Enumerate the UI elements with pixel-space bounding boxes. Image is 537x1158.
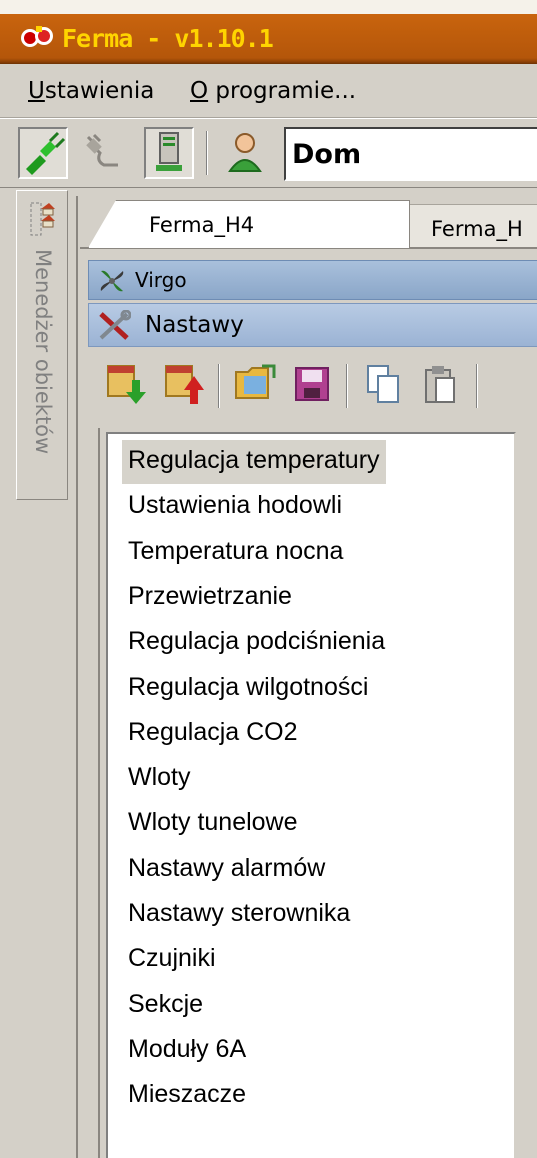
connect-icon: [26, 131, 66, 175]
open-folder-icon[interactable]: [234, 362, 276, 406]
window-title: Ferma - v1.10.1: [62, 24, 274, 53]
paste-icon[interactable]: [420, 362, 460, 406]
list-item[interactable]: Przewietrzanie: [122, 576, 298, 620]
computer-icon: [156, 132, 182, 171]
tab-ferma-h4[interactable]: Ferma_H4: [88, 200, 410, 248]
settings-toolbar: [88, 348, 537, 428]
list-item[interactable]: Sekcje: [122, 984, 209, 1028]
menu-o-programie[interactable]: O programie...: [190, 78, 356, 104]
tab-label: Ferma_H4: [149, 213, 255, 237]
object-manager-label: Menedżer obiektów: [31, 249, 55, 455]
profile-selector[interactable]: Dom: [284, 127, 537, 181]
object-manager-sidebar-tab[interactable]: Menedżer obiektów: [16, 190, 68, 500]
title-bar: Ferma - v1.10.1: [0, 0, 537, 64]
save-icon[interactable]: [292, 362, 332, 406]
menu-ustawienia[interactable]: Ustawienia: [28, 78, 154, 104]
list-item[interactable]: Mieszacze: [122, 1074, 252, 1118]
fan-icon: [100, 270, 124, 292]
main-toolbar: Dom: [0, 118, 537, 188]
toolbar-separator: [206, 131, 208, 175]
tab-ferma-h[interactable]: Ferma_H: [408, 204, 537, 248]
object-tree-icon: [30, 202, 55, 236]
list-item[interactable]: Regulacja temperatury: [122, 440, 386, 484]
app-logo-icon: [21, 26, 53, 47]
list-item[interactable]: Wloty tunelowe: [122, 802, 304, 846]
disconnect-icon: [86, 133, 118, 167]
download-icon[interactable]: [106, 362, 146, 406]
list-item[interactable]: Moduły 6A: [122, 1029, 252, 1073]
list-item[interactable]: Nastawy sterownika: [122, 893, 356, 937]
list-item[interactable]: Nastawy alarmów: [122, 848, 331, 892]
connect-button[interactable]: [18, 127, 68, 179]
section-name: Nastawy: [145, 312, 244, 338]
list-item[interactable]: Czujniki: [122, 938, 222, 982]
menu-bar: Ustawienia O programie...: [0, 66, 537, 118]
list-item[interactable]: Regulacja CO2: [122, 712, 304, 756]
toolbar-separator: [476, 364, 478, 408]
disconnect-button[interactable]: [78, 127, 128, 179]
tab-label: Ferma_H: [431, 217, 523, 241]
toolbar-separator: [346, 364, 348, 408]
tools-icon: [99, 310, 131, 340]
user-icon: [228, 133, 262, 172]
settings-list[interactable]: Regulacja temperatury Ustawienia hodowli T…: [106, 432, 516, 1158]
toolbar-separator: [218, 364, 220, 408]
copy-icon[interactable]: [364, 362, 404, 406]
settings-panel-header[interactable]: Nastawy: [88, 303, 537, 347]
list-frame: [98, 428, 100, 1158]
list-item[interactable]: Regulacja podciśnienia: [122, 621, 391, 665]
computer-button[interactable]: [144, 127, 194, 179]
list-item[interactable]: Ustawienia hodowli: [122, 485, 348, 529]
list-item[interactable]: Regulacja wilgotności: [122, 667, 374, 711]
list-item[interactable]: Wloty: [122, 757, 197, 801]
device-name: Virgo: [135, 268, 187, 292]
profile-name: Dom: [292, 139, 362, 170]
user-profile-button[interactable]: [222, 127, 272, 179]
list-item[interactable]: Temperatura nocna: [122, 531, 349, 575]
device-panel-header[interactable]: Virgo: [88, 260, 537, 300]
upload-icon[interactable]: [164, 362, 204, 406]
